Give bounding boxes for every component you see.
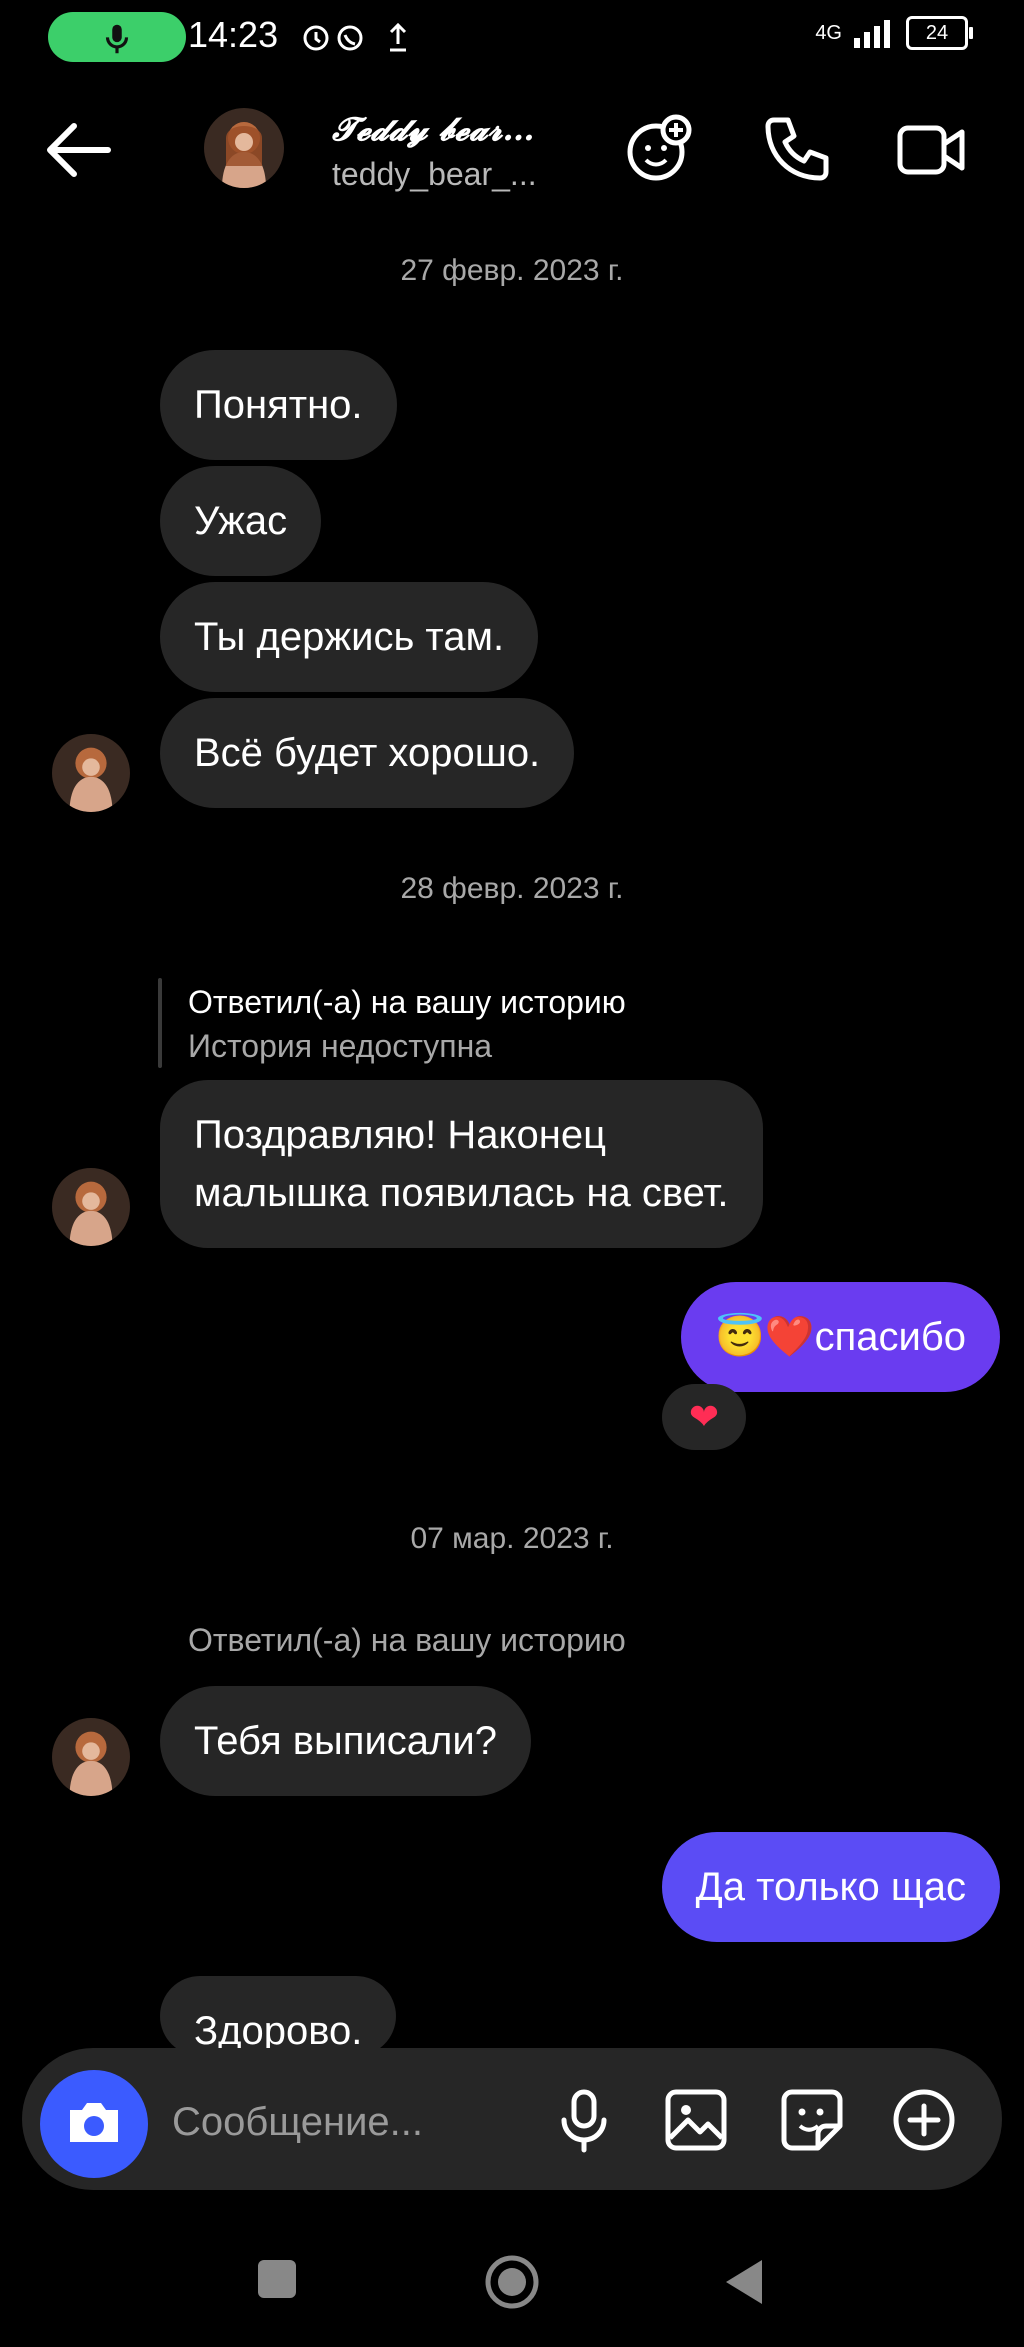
system-back-button[interactable] [720, 2256, 768, 2308]
arrow-left-icon [47, 123, 111, 177]
story-reply-label: Ответил(-а) на вашу историю [188, 984, 626, 1020]
message-bubble-me[interactable]: 😇❤️спасибо [680, 1282, 1000, 1392]
avatar-image [52, 1168, 130, 1246]
avatar-image [52, 734, 130, 812]
triangle-back-icon [726, 2260, 762, 2304]
face-add-icon [627, 114, 692, 181]
avatar-image [204, 108, 284, 188]
plus-circle-icon [893, 2089, 955, 2151]
network-label: 4G [815, 21, 842, 44]
message-bubble-me[interactable]: Да только щас [661, 1832, 1000, 1942]
reaction-badge[interactable]: ❤ [662, 1384, 746, 1450]
status-right: 4G 24 [815, 16, 973, 50]
sender-avatar[interactable] [52, 1718, 130, 1796]
sender-avatar[interactable] [52, 734, 130, 812]
sender-avatar[interactable] [52, 1168, 130, 1246]
phone-icon [765, 117, 829, 181]
avatar-image [52, 1718, 130, 1796]
video-camera-icon [897, 125, 965, 175]
upload-icon [389, 22, 407, 52]
microphone-icon [105, 24, 129, 54]
effects-button[interactable] [620, 108, 700, 188]
message-line: малышка появилась на свет. [194, 1171, 729, 1215]
date-separator: 27 февр. 2023 г. [400, 254, 624, 287]
microphone-icon [561, 2089, 607, 2153]
home-button[interactable] [484, 2254, 540, 2310]
message-bubble-them[interactable]: Всё будет хорошо. [160, 698, 575, 808]
battery-icon: 24 [906, 16, 973, 50]
message-composer [22, 2048, 1002, 2190]
sticker-icon [781, 2089, 843, 2151]
message-bubble-them[interactable]: Понятно. [160, 350, 397, 460]
signal-icon [854, 20, 890, 48]
call-button[interactable] [756, 110, 836, 190]
message-line: Поздравляю! Наконец [194, 1113, 606, 1157]
story-unavailable-label: История недоступна [188, 1028, 493, 1064]
camera-button[interactable] [40, 2070, 148, 2178]
message-bubble-them[interactable]: Здорово. [160, 1976, 397, 2056]
alarm-icon [303, 25, 329, 51]
contact-username[interactable]: teddy_bear_... [332, 156, 537, 193]
whatsapp-icon [337, 25, 363, 51]
video-call-button[interactable] [892, 110, 972, 190]
date-separator: 07 мар. 2023 г. [410, 1522, 614, 1555]
message-bubble-them[interactable]: Ужас [160, 466, 322, 576]
recent-apps-button[interactable] [258, 2260, 296, 2298]
sticker-button[interactable] [772, 2080, 852, 2160]
message-bubble-them[interactable]: Тебя выписали? [160, 1686, 531, 1796]
message-bubble-them[interactable]: Поздравляю! Наконец малышка появилась на… [160, 1080, 763, 1248]
status-time: 14:23 [188, 14, 279, 55]
voice-message-button[interactable] [544, 2080, 624, 2160]
gallery-button[interactable] [656, 2080, 736, 2160]
reply-indicator-line [158, 978, 162, 1068]
back-button[interactable] [42, 118, 122, 182]
image-icon [665, 2089, 727, 2151]
status-icons [298, 16, 418, 65]
message-input[interactable] [170, 2086, 504, 2158]
story-reply-label: Ответил(-а) на вашу историю [188, 1622, 626, 1658]
date-separator: 28 февр. 2023 г. [400, 872, 624, 905]
recording-indicator[interactable] [48, 12, 186, 62]
home-circle-icon [485, 2255, 539, 2309]
camera-icon [70, 2103, 118, 2142]
contact-name[interactable]: 𝓣𝓮𝓭𝓭𝔂 𝓫𝓮𝓪𝓻… [332, 110, 534, 149]
contact-avatar[interactable] [204, 108, 284, 188]
message-bubble-them[interactable]: Ты держись там. [160, 582, 539, 692]
more-options-button[interactable] [884, 2080, 964, 2160]
